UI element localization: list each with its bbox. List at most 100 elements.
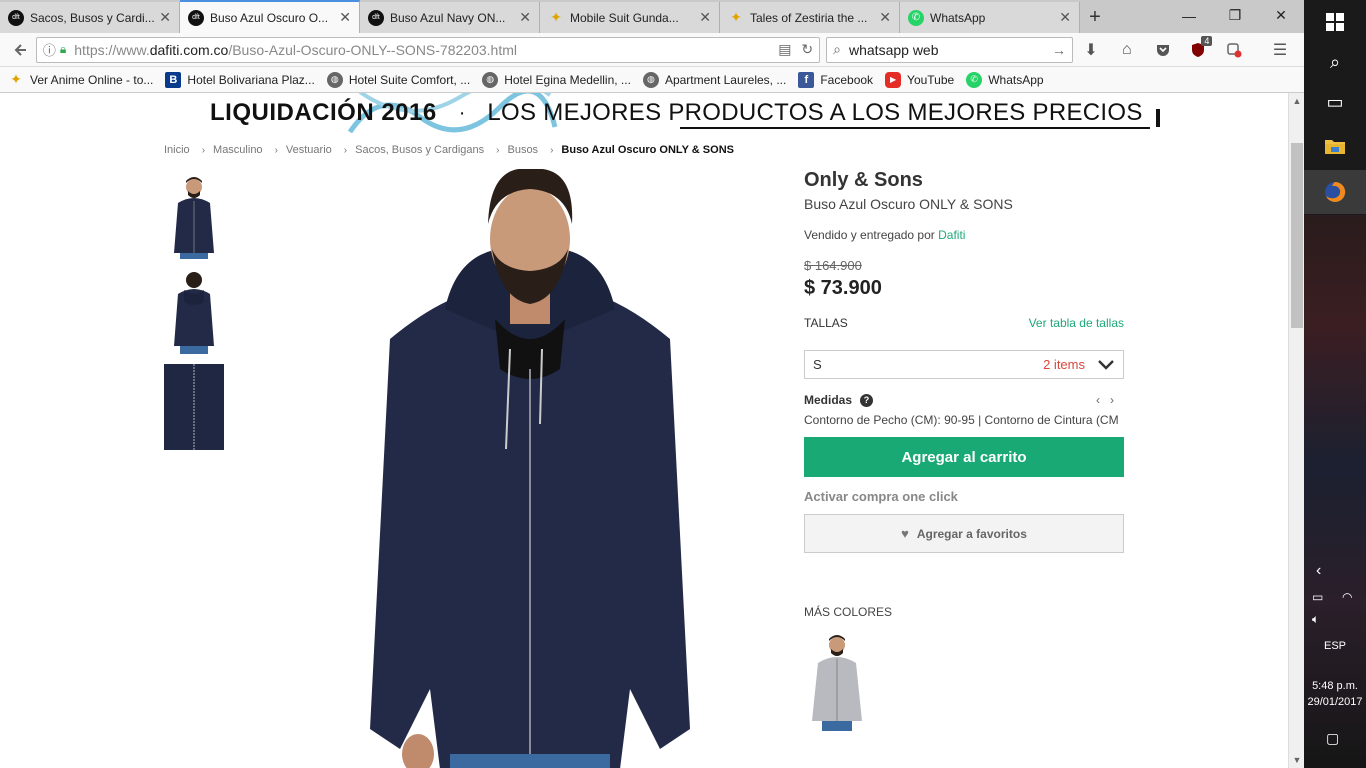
chevron-left-icon[interactable]: ‹ <box>1096 393 1110 407</box>
bookmark-apartment-laureles[interactable]: ◍ Apartment Laureles, ... <box>642 71 787 88</box>
pocket-button[interactable] <box>1145 36 1181 64</box>
reader-view-icon[interactable]: ▤ <box>778 41 791 58</box>
extension-button[interactable] <box>1216 36 1252 64</box>
show-hidden-icons-chevron-icon[interactable]: ‹ <box>1316 562 1321 580</box>
bookmark-hotel-egina[interactable]: ◍ Hotel Egina Medellin, ... <box>482 71 631 88</box>
back-arrow-icon <box>14 43 26 56</box>
clock[interactable]: 5:48 p.m. 29/01/2017 <box>1304 678 1366 710</box>
chevron-right-icon[interactable]: › <box>1110 393 1124 407</box>
fabric-detail-thumbnail-image <box>164 364 224 450</box>
bookmark-ver-anime[interactable]: ✦ Ver Anime Online - to... <box>8 71 153 88</box>
add-to-favorites-button[interactable]: ♥ Agregar a favoritos <box>804 514 1124 553</box>
search-taskbar-icon[interactable]: ⌕ <box>1304 40 1366 84</box>
reload-icon[interactable]: ↻ <box>801 41 813 58</box>
more-colors-label: MÁS COLORES <box>804 605 893 619</box>
breadcrumb-masculino[interactable]: Masculino <box>213 144 263 156</box>
size-chart-link[interactable]: Ver tabla de tallas <box>1029 316 1124 330</box>
tab-tales-of-zestiria[interactable]: ✦ Tales of Zestiria the ... ✕ <box>720 2 900 33</box>
globe-icon: ◍ <box>642 71 659 88</box>
bookmark-youtube[interactable]: ▶ YouTube <box>885 71 954 88</box>
chevron-down-icon <box>1098 359 1114 370</box>
close-tab-icon[interactable]: ✕ <box>519 9 531 26</box>
promo-banner[interactable]: LIQUIDACIÓN 2016 · LOS MEJORES PRODUCTOS… <box>200 93 1160 133</box>
old-price: $ 164.900 <box>804 258 862 273</box>
tab-buso-azul-navy[interactable]: dft Buso Azul Navy ON... ✕ <box>360 2 540 33</box>
bookmark-whatsapp[interactable]: ✆ WhatsApp <box>966 71 1044 88</box>
tab-whatsapp[interactable]: ✆ WhatsApp ✕ <box>900 2 1080 33</box>
search-go-icon[interactable]: → <box>1052 42 1066 58</box>
breadcrumb-busos[interactable]: Busos <box>507 144 538 156</box>
sizes-header: TALLAS Ver tabla de tallas <box>804 316 1124 330</box>
bookmark-facebook[interactable]: f Facebook <box>798 71 874 88</box>
close-tab-icon[interactable]: ✕ <box>339 9 351 26</box>
bookmark-label: Facebook <box>820 72 874 87</box>
thumbnail-front[interactable] <box>164 173 224 259</box>
tab-title: Buso Azul Oscuro O... <box>210 10 329 25</box>
one-click-link[interactable]: Activar compra one click <box>804 489 1124 504</box>
breadcrumb-sacos[interactable]: Sacos, Busos y Cardigans <box>355 144 484 156</box>
menu-button[interactable]: ☰ <box>1262 36 1298 64</box>
home-button[interactable]: ⌂ <box>1109 36 1145 64</box>
thumbnail-back[interactable] <box>164 268 224 354</box>
windows-taskbar: ⌕ ▭ ‹ ▭ ◠ 🔈︎ ESP 5:48 p.m. 29/01/2017 ▢ <box>1304 0 1366 768</box>
page-scrollbar[interactable]: ▲ ▼ <box>1288 93 1304 768</box>
close-tab-icon[interactable]: ✕ <box>699 9 711 26</box>
thumbnail-detail[interactable] <box>164 364 224 450</box>
bookmark-label: Hotel Egina Medellin, ... <box>504 72 631 87</box>
ublock-button[interactable]: 4 <box>1181 35 1217 64</box>
help-icon[interactable]: ? <box>860 393 874 407</box>
ublock-badge: 4 <box>1201 35 1213 46</box>
tab-buso-azul-oscuro[interactable]: dft Buso Azul Oscuro O... ✕ <box>180 0 360 33</box>
new-tab-button[interactable]: + <box>1080 2 1110 33</box>
add-to-cart-button[interactable]: Agregar al carrito <box>804 437 1124 477</box>
firefox-taskbar-icon[interactable] <box>1304 170 1366 214</box>
url-bar[interactable]: ⓘ 🔒︎ https://www.dafiti.com.co/Buso-Azul… <box>35 36 821 63</box>
info-icon[interactable]: ⓘ <box>43 40 56 59</box>
search-bar[interactable]: ⌕ whatsapp web → <box>826 36 1074 63</box>
input-language[interactable]: ESP <box>1304 640 1366 652</box>
close-tab-icon[interactable]: ✕ <box>879 9 891 26</box>
wifi-icon[interactable]: ◠ <box>1342 590 1352 604</box>
scroll-up-icon[interactable]: ▲ <box>1289 93 1305 109</box>
breadcrumb-inicio[interactable]: Inicio <box>164 144 190 156</box>
battery-icon[interactable]: ▭ <box>1312 590 1323 604</box>
file-explorer-icon[interactable] <box>1304 124 1366 168</box>
downloads-button[interactable]: ⬇ <box>1073 36 1109 64</box>
close-tab-icon[interactable]: ✕ <box>1059 9 1071 26</box>
promo-title: LIQUIDACIÓN 2016 <box>210 99 437 126</box>
promo-subtitle: LOS MEJORES PRODUCTOS A LOS MEJORES PREC… <box>487 99 1143 126</box>
size-select[interactable]: S 2 items <box>804 350 1124 379</box>
product-name: Buso Azul Oscuro ONLY & SONS <box>804 196 1013 212</box>
tab-title: Tales of Zestiria the ... <box>750 10 868 25</box>
volume-icon[interactable]: 🔈︎ <box>1312 612 1319 627</box>
back-button[interactable] <box>6 36 34 64</box>
product-brand[interactable]: Only & Sons <box>804 169 1124 192</box>
bookmark-hotel-bolivariana[interactable]: B Hotel Bolivariana Plaz... <box>165 71 315 88</box>
tab-bar: dft Sacos, Busos y Cardi... ✕ dft Buso A… <box>0 0 1304 33</box>
grey-color-variant-thumbnail[interactable] <box>804 631 870 731</box>
minimize-icon[interactable]: — <box>1166 0 1212 31</box>
tab-sacos[interactable]: dft Sacos, Busos y Cardi... ✕ <box>0 2 180 33</box>
promo-underline <box>680 127 1150 129</box>
notifications-icon[interactable]: ▢ <box>1326 730 1339 747</box>
search-input[interactable]: whatsapp web <box>849 42 1052 58</box>
close-window-icon[interactable]: ✕ <box>1258 0 1304 31</box>
breadcrumb-vestuario[interactable]: Vestuario <box>286 144 332 156</box>
window-controls: — ❐ ✕ <box>1166 0 1304 31</box>
promo-separator: · <box>458 101 466 124</box>
tab-mobile-suit[interactable]: ✦ Mobile Suit Gunda... ✕ <box>540 2 720 33</box>
task-view-icon[interactable]: ▭ <box>1304 80 1366 124</box>
seller-line: Vendido y entregado por Dafiti <box>804 228 1124 242</box>
url-text[interactable]: https://www.dafiti.com.co/Buso-Azul-Oscu… <box>74 42 768 58</box>
bookmark-label: Apartment Laureles, ... <box>664 72 787 87</box>
seller-link[interactable]: Dafiti <box>938 228 965 242</box>
windows-logo-icon <box>1326 13 1344 31</box>
scroll-down-icon[interactable]: ▼ <box>1289 752 1305 768</box>
bookmark-hotel-suite-comfort[interactable]: ◍ Hotel Suite Comfort, ... <box>326 71 470 88</box>
restore-icon[interactable]: ❐ <box>1212 0 1258 31</box>
breadcrumb-separator-icon: › <box>274 144 278 156</box>
close-tab-icon[interactable]: ✕ <box>159 9 171 26</box>
windows-start-icon[interactable] <box>1304 0 1366 44</box>
product-main-image[interactable] <box>330 169 730 768</box>
scroll-thumb[interactable] <box>1291 143 1303 328</box>
